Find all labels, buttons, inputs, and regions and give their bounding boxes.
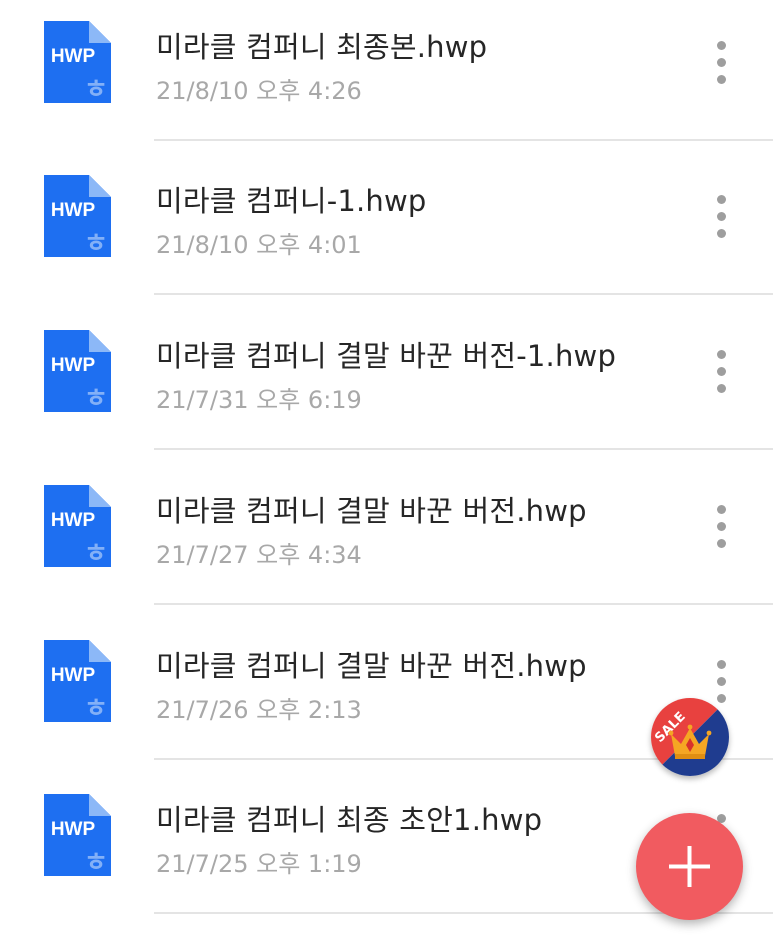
svg-text:HWP: HWP	[51, 355, 96, 376]
svg-text:HWP: HWP	[51, 665, 96, 686]
row-divider	[154, 603, 773, 605]
file-name: 미라클 컴퍼니 결말 바꾼 버전-1.hwp	[156, 339, 617, 373]
hwp-file-icon: HWP ㅎ	[44, 330, 111, 412]
file-name: 미라클 컴퍼니 최종본.hwp	[156, 30, 488, 64]
hwp-file-icon: HWP ㅎ	[44, 794, 111, 876]
file-row[interactable]: HWP ㅎ 미라클 컴퍼니 최종본.hwp 21/8/10 오후 4:26	[0, 0, 773, 154]
file-name: 미라클 컴퍼니 결말 바꾼 버전.hwp	[156, 649, 587, 683]
hwp-file-icon: HWP ㅎ	[44, 175, 111, 257]
plus-icon	[669, 846, 710, 887]
file-date: 21/8/10 오후 4:01	[156, 231, 362, 259]
more-options-icon[interactable]	[702, 37, 742, 89]
file-name: 미라클 컴퍼니-1.hwp	[156, 184, 427, 218]
file-date: 21/8/10 오후 4:26	[156, 77, 362, 105]
file-name: 미라클 컴퍼니 최종 초안1.hwp	[156, 803, 543, 837]
hwp-file-icon: HWP ㅎ	[44, 485, 111, 567]
file-date: 21/7/25 오후 1:19	[156, 850, 362, 878]
row-divider	[154, 448, 773, 450]
hwp-file-icon: HWP ㅎ	[44, 21, 111, 103]
file-name: 미라클 컴퍼니 결말 바꾼 버전.hwp	[156, 494, 587, 528]
file-list: HWP ㅎ 미라클 컴퍼니 최종본.hwp 21/8/10 오후 4:26 HWP…	[0, 0, 773, 942]
more-options-icon[interactable]	[702, 191, 742, 243]
file-date: 21/7/26 오후 2:13	[156, 696, 362, 724]
svg-text:ㅎ: ㅎ	[84, 694, 108, 722]
file-row[interactable]: HWP ㅎ 미라클 컴퍼니 결말 바꾼 버전.hwp 21/7/27 오후 4:3…	[0, 464, 773, 618]
more-options-icon[interactable]	[702, 656, 742, 708]
file-date: 21/7/27 오후 4:34	[156, 541, 362, 569]
sale-badge-button[interactable]: SALE	[651, 698, 729, 776]
add-file-button[interactable]	[636, 813, 743, 920]
svg-text:ㅎ: ㅎ	[84, 848, 108, 876]
svg-text:ㅎ: ㅎ	[84, 384, 108, 412]
more-options-icon[interactable]	[702, 346, 742, 398]
file-date: 21/7/31 오후 6:19	[156, 386, 362, 414]
svg-text:ㅎ: ㅎ	[84, 539, 108, 567]
svg-text:ㅎ: ㅎ	[84, 229, 108, 257]
svg-text:ㅎ: ㅎ	[84, 75, 108, 103]
file-row[interactable]: HWP ㅎ 미라클 컴퍼니-1.hwp 21/8/10 오후 4:01	[0, 154, 773, 308]
svg-text:HWP: HWP	[51, 200, 96, 221]
svg-text:HWP: HWP	[51, 819, 96, 840]
row-divider	[154, 139, 773, 141]
file-row[interactable]: HWP ㅎ 미라클 컴퍼니 결말 바꾼 버전-1.hwp 21/7/31 오후 6…	[0, 309, 773, 463]
svg-text:HWP: HWP	[51, 510, 96, 531]
svg-text:HWP: HWP	[51, 46, 96, 67]
hwp-file-icon: HWP ㅎ	[44, 640, 111, 722]
row-divider	[154, 293, 773, 295]
more-options-icon[interactable]	[702, 501, 742, 553]
